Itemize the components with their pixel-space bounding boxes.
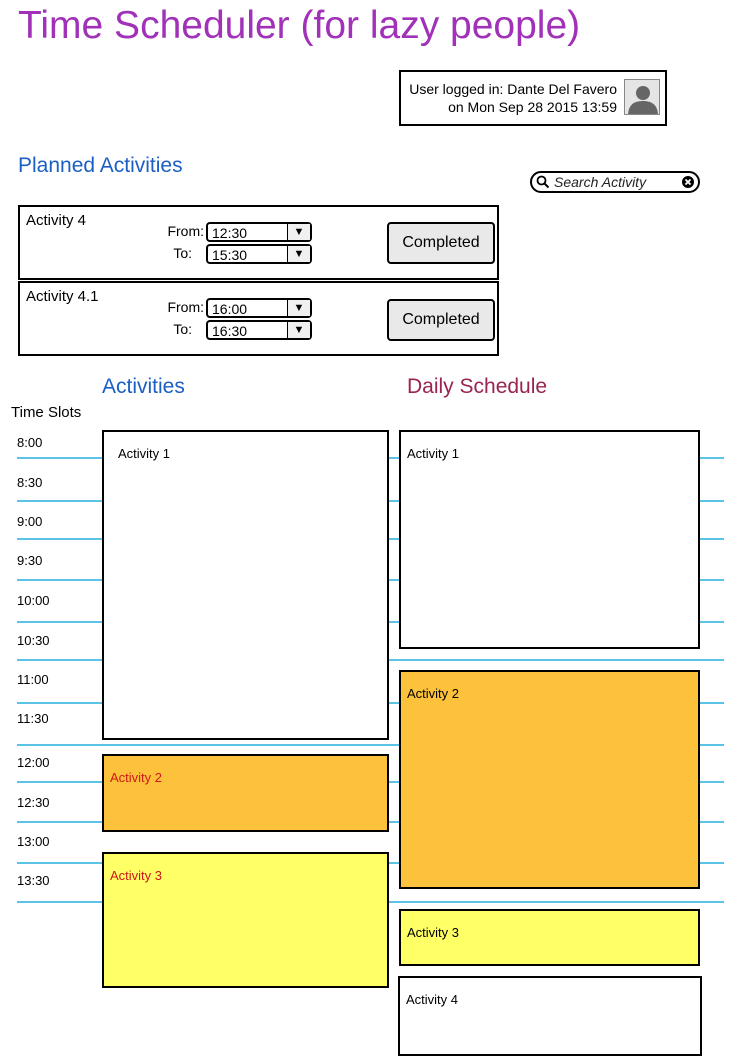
time-slot-label: 10:30 (17, 633, 50, 648)
time-slot-label: 9:30 (17, 553, 43, 568)
time-slot-label: 10:00 (17, 593, 50, 608)
time-slot-label: 9:00 (17, 514, 43, 529)
from-time-select[interactable]: 16:00 ▼ (206, 298, 312, 318)
avatar-icon[interactable] (624, 79, 660, 115)
to-time-value: 15:30 (212, 247, 248, 263)
app-title: Time Scheduler (for lazy people) (18, 4, 581, 47)
from-time-value: 16:00 (212, 301, 248, 317)
planned-activity-row: Activity 4 From: 12:30 ▼ To: 15:30 ▼ Com… (18, 205, 499, 280)
schedule-activity-name: Activity 4 (406, 992, 459, 1007)
activity-name: Activity 3 (110, 868, 163, 883)
logged-in-user: User logged in: Dante Del Favero (409, 81, 617, 97)
search-activity[interactable] (530, 171, 700, 193)
time-slot-label: 12:00 (17, 755, 50, 770)
from-label: From: (167, 299, 204, 315)
to-time-select[interactable]: 16:30 ▼ (206, 320, 312, 340)
chevron-down-icon[interactable]: ▼ (287, 246, 310, 262)
clear-icon[interactable] (681, 175, 695, 194)
schedule-block[interactable]: Activity 2 (399, 670, 700, 889)
completed-button[interactable]: Completed (387, 299, 495, 341)
schedule-activity-name: Activity 3 (407, 925, 460, 940)
schedule-block[interactable]: Activity 4 (398, 976, 702, 1056)
planned-activity-name: Activity 4.1 (26, 288, 99, 305)
time-slot-label: 11:00 (17, 672, 49, 687)
to-time-select[interactable]: 15:30 ▼ (206, 244, 312, 264)
from-time-select[interactable]: 12:30 ▼ (206, 222, 312, 242)
chevron-down-icon[interactable]: ▼ (287, 300, 310, 316)
planned-activity-row: Activity 4.1 From: 16:00 ▼ To: 16:30 ▼ C… (18, 281, 499, 356)
time-slot-label: 11:30 (17, 711, 49, 726)
planned-activities-title: Planned Activities (18, 154, 183, 177)
search-icon (536, 175, 550, 194)
time-slot-label: 13:30 (17, 873, 50, 888)
to-time-value: 16:30 (212, 323, 248, 339)
chevron-down-icon[interactable]: ▼ (287, 224, 310, 240)
time-slot-label: 8:30 (17, 475, 43, 490)
from-label: From: (167, 223, 204, 239)
activity-block[interactable]: Activity 2 (102, 754, 389, 832)
completed-button[interactable]: Completed (387, 222, 495, 264)
schedule-activity-name: Activity 2 (407, 686, 460, 701)
activity-name: Activity 1 (118, 446, 171, 461)
login-timestamp: on Mon Sep 28 2015 13:59 (448, 99, 617, 115)
to-label: To: (173, 245, 192, 261)
search-input[interactable] (554, 174, 674, 190)
activity-block[interactable]: Activity 1 (102, 430, 389, 740)
activities-title: Activities (102, 375, 185, 398)
time-slots-title: Time Slots (11, 404, 82, 421)
planned-activity-name: Activity 4 (26, 212, 87, 229)
chevron-down-icon[interactable]: ▼ (287, 322, 310, 338)
time-slot-label: 8:00 (17, 435, 43, 450)
time-slot-label: 12:30 (17, 795, 50, 810)
schedule-activity-name: Activity 1 (407, 446, 460, 461)
from-time-value: 12:30 (212, 225, 248, 241)
schedule-block[interactable]: Activity 1 (399, 430, 700, 649)
to-label: To: (173, 321, 192, 337)
user-info-box: User logged in: Dante Del Favero on Mon … (399, 70, 667, 126)
activity-name: Activity 2 (110, 770, 163, 785)
time-slot-label: 13:00 (17, 834, 50, 849)
schedule-block[interactable]: Activity 3 (399, 909, 700, 966)
user-info-text: User logged in: Dante Del Favero on Mon … (409, 80, 617, 116)
daily-schedule-title: Daily Schedule (407, 375, 548, 398)
activity-block[interactable]: Activity 3 (102, 852, 389, 988)
